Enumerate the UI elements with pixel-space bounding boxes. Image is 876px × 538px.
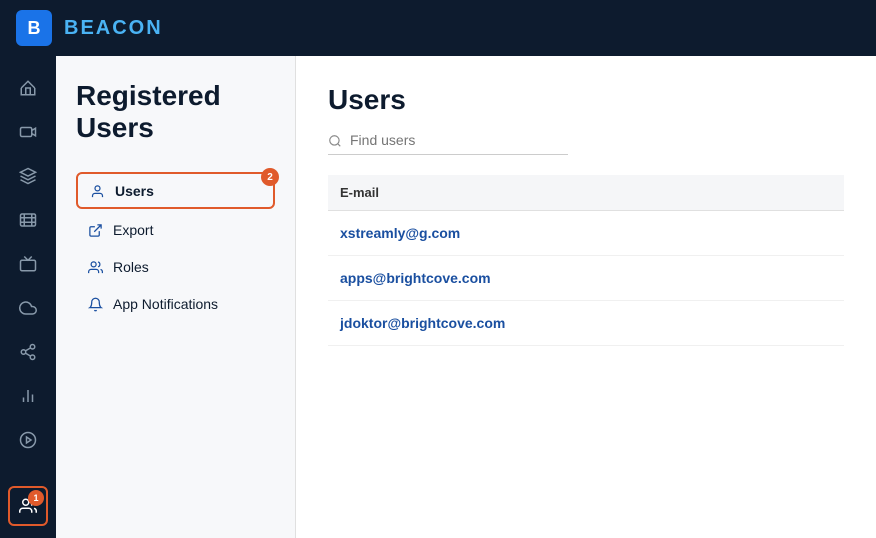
side-nav-label-app-notifications: App Notifications	[113, 296, 218, 312]
nav-tv-icon[interactable]	[8, 244, 48, 284]
main-layout: 1 Registered Users Users 2 Export	[0, 56, 876, 538]
app-title: BEACON	[64, 17, 163, 40]
users-table: E-mail xstreamly@g.comapps@brightcove.co…	[328, 175, 844, 346]
table-row[interactable]: apps@brightcove.com	[328, 256, 844, 301]
table-row[interactable]: jdoktor@brightcove.com	[328, 301, 844, 346]
nav-analytics-icon[interactable]	[8, 376, 48, 416]
side-panel: Registered Users Users 2 Export	[56, 56, 296, 538]
side-nav-item-app-notifications[interactable]: App Notifications	[76, 287, 275, 320]
icon-nav: 1	[0, 56, 56, 538]
page-title: Users	[328, 84, 844, 116]
nav-video-icon[interactable]	[8, 112, 48, 152]
export-icon	[88, 221, 103, 238]
side-nav-label-users: Users	[115, 183, 154, 199]
table-row[interactable]: xstreamly@g.com	[328, 211, 844, 256]
email-cell[interactable]: apps@brightcove.com	[328, 256, 844, 301]
email-cell[interactable]: xstreamly@g.com	[328, 211, 844, 256]
nav-play-circle-icon[interactable]	[8, 420, 48, 460]
search-icon	[328, 132, 342, 148]
nav-home-icon[interactable]	[8, 68, 48, 108]
logo-box: B	[16, 10, 52, 46]
side-nav-list: Users 2 Export Roles	[76, 172, 275, 320]
side-nav-label-roles: Roles	[113, 259, 149, 275]
side-nav-item-roles[interactable]: Roles	[76, 250, 275, 283]
email-cell[interactable]: jdoktor@brightcove.com	[328, 301, 844, 346]
bell-icon	[88, 295, 103, 312]
side-nav-item-users[interactable]: Users 2	[76, 172, 275, 209]
roles-icon	[88, 258, 103, 275]
user-icon	[90, 182, 105, 199]
logo-letter: B	[28, 18, 41, 39]
search-input[interactable]	[350, 132, 550, 148]
email-column-header: E-mail	[328, 175, 844, 211]
nav-film-icon[interactable]	[8, 200, 48, 240]
side-nav-label-export: Export	[113, 222, 153, 238]
nav-registered-users-icon[interactable]: 1	[8, 486, 48, 526]
users-item-badge: 2	[261, 168, 279, 186]
side-panel-title: Registered Users	[76, 80, 275, 144]
side-nav-item-export[interactable]: Export	[76, 213, 275, 246]
nav-layers-icon[interactable]	[8, 156, 48, 196]
nav-share-icon[interactable]	[8, 332, 48, 372]
nav-cloud-icon[interactable]	[8, 288, 48, 328]
topbar: B BEACON	[0, 0, 876, 56]
search-box	[328, 132, 568, 155]
main-content: Users E-mail xstreamly@g.comapps@brightc…	[296, 56, 876, 538]
nav-users-badge: 1	[28, 490, 44, 506]
